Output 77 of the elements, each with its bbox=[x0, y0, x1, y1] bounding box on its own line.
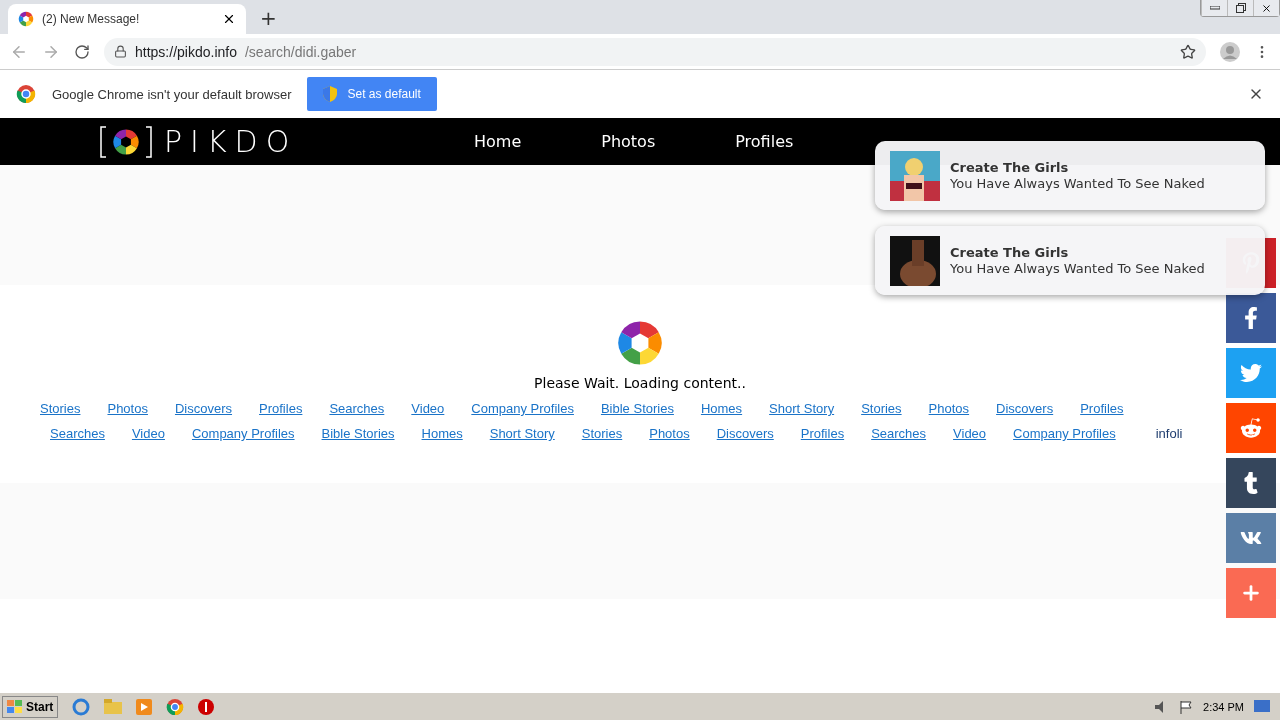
share-button[interactable] bbox=[1226, 293, 1276, 343]
loading-message: Please Wait. Loading content.. bbox=[534, 375, 746, 391]
star-icon[interactable] bbox=[1180, 43, 1196, 60]
footer-link[interactable]: Company Profiles bbox=[471, 401, 574, 416]
new-tab-button[interactable]: + bbox=[254, 4, 283, 34]
shield-icon bbox=[323, 86, 338, 102]
footer-link[interactable]: Short Story bbox=[489, 426, 555, 441]
footer-link[interactable]: Profiles bbox=[1080, 401, 1124, 416]
media-player-icon[interactable] bbox=[136, 698, 153, 715]
logo-icon bbox=[100, 125, 152, 158]
chrome-icon[interactable] bbox=[166, 697, 185, 716]
plus-icon bbox=[1240, 582, 1262, 604]
browser-icon[interactable] bbox=[72, 697, 91, 716]
footer-link[interactable]: Stories bbox=[861, 401, 902, 416]
restore-icon bbox=[1235, 3, 1246, 13]
footer-link[interactable]: Video bbox=[953, 426, 987, 441]
footer-link[interactable]: Short Story bbox=[769, 401, 835, 416]
notification-text: You Have Always Wanted To See Naked bbox=[950, 176, 1205, 191]
nav-link[interactable]: Profiles bbox=[735, 132, 794, 151]
footer-link[interactable]: Company Profiles bbox=[1013, 426, 1116, 441]
close-icon bbox=[1261, 2, 1272, 14]
url-path: /search/didi.gaber bbox=[244, 43, 358, 60]
close-icon[interactable] bbox=[222, 12, 236, 26]
footer-link[interactable]: Searches bbox=[871, 426, 927, 441]
footer-link[interactable]: Video bbox=[411, 401, 445, 416]
footer-link[interactable]: Photos bbox=[107, 401, 148, 416]
footer-link[interactable]: Stories bbox=[40, 401, 81, 416]
aperture-logo-icon bbox=[616, 319, 664, 367]
aperture-logo-icon bbox=[18, 11, 34, 27]
notification-card[interactable]: Create The Girls You Have Always Wanted To See Naked bbox=[875, 226, 1265, 295]
notification-card[interactable]: Create The Girls You Have Always Wanted To See Naked bbox=[875, 141, 1265, 210]
url-host: https://pikdo.info bbox=[135, 43, 237, 60]
twitter-icon bbox=[1240, 362, 1262, 384]
tab-title: (2) New Message! bbox=[42, 12, 141, 26]
footer-link[interactable]: Profiles bbox=[259, 401, 303, 416]
footer-link[interactable]: Video bbox=[131, 426, 165, 441]
restore-button[interactable] bbox=[1227, 0, 1253, 16]
footer-link[interactable]: Searches bbox=[50, 426, 105, 441]
brand-text: infoli bbox=[1155, 426, 1183, 441]
footer-link[interactable]: Homes bbox=[700, 401, 743, 416]
clock: 2:34 PM bbox=[1203, 700, 1244, 713]
minimize-icon bbox=[1209, 6, 1220, 10]
notification-text: You Have Always Wanted To See Naked bbox=[950, 261, 1205, 276]
set-default-button[interactable]: Set as default bbox=[307, 77, 437, 111]
notification-title: Create The Girls bbox=[950, 160, 1070, 175]
share-button[interactable] bbox=[1226, 458, 1276, 508]
footer-link[interactable]: Profiles bbox=[800, 426, 845, 441]
nav-link[interactable]: Home bbox=[474, 132, 522, 151]
address-field[interactable]: https://pikdo.info /search/didi.gaber bbox=[104, 37, 1206, 66]
reddit-icon bbox=[1240, 417, 1262, 439]
flag-icon[interactable] bbox=[1179, 699, 1194, 714]
share-button[interactable] bbox=[1226, 513, 1276, 563]
chrome-icon bbox=[16, 84, 36, 104]
nav-link[interactable]: Photos bbox=[601, 132, 656, 151]
avatar-icon[interactable] bbox=[1220, 41, 1240, 62]
start-button[interactable]: Start bbox=[2, 695, 59, 718]
footer-link[interactable]: Bible Stories bbox=[600, 401, 674, 416]
footer-link[interactable]: Photos bbox=[928, 401, 970, 416]
browser-tab[interactable]: (2) New Message! bbox=[8, 4, 246, 34]
footer-link[interactable]: Searches bbox=[329, 401, 385, 416]
stop-icon[interactable] bbox=[198, 698, 215, 715]
windows-logo-icon bbox=[7, 699, 23, 714]
footer-link[interactable]: Homes bbox=[421, 426, 463, 441]
lock-icon bbox=[114, 45, 127, 58]
default-browser-message: Google Chrome isn't your default browser bbox=[52, 86, 292, 102]
footer-link[interactable]: Discovers bbox=[174, 401, 233, 416]
reload-icon[interactable] bbox=[74, 43, 90, 60]
footer-link[interactable]: Stories bbox=[581, 426, 623, 441]
close-button[interactable] bbox=[1253, 0, 1279, 16]
footer-link[interactable]: Bible Stories bbox=[321, 426, 395, 441]
site-logo[interactable]: PIKDO bbox=[164, 124, 298, 159]
footer-link[interactable]: Photos bbox=[649, 426, 690, 441]
notification-title: Create The Girls bbox=[950, 245, 1070, 260]
show-desktop-icon[interactable] bbox=[1254, 699, 1270, 714]
footer-link[interactable]: Discovers bbox=[996, 401, 1054, 416]
footer-link[interactable]: Company Profiles bbox=[191, 426, 295, 441]
footer-link[interactable]: Discovers bbox=[716, 426, 774, 441]
